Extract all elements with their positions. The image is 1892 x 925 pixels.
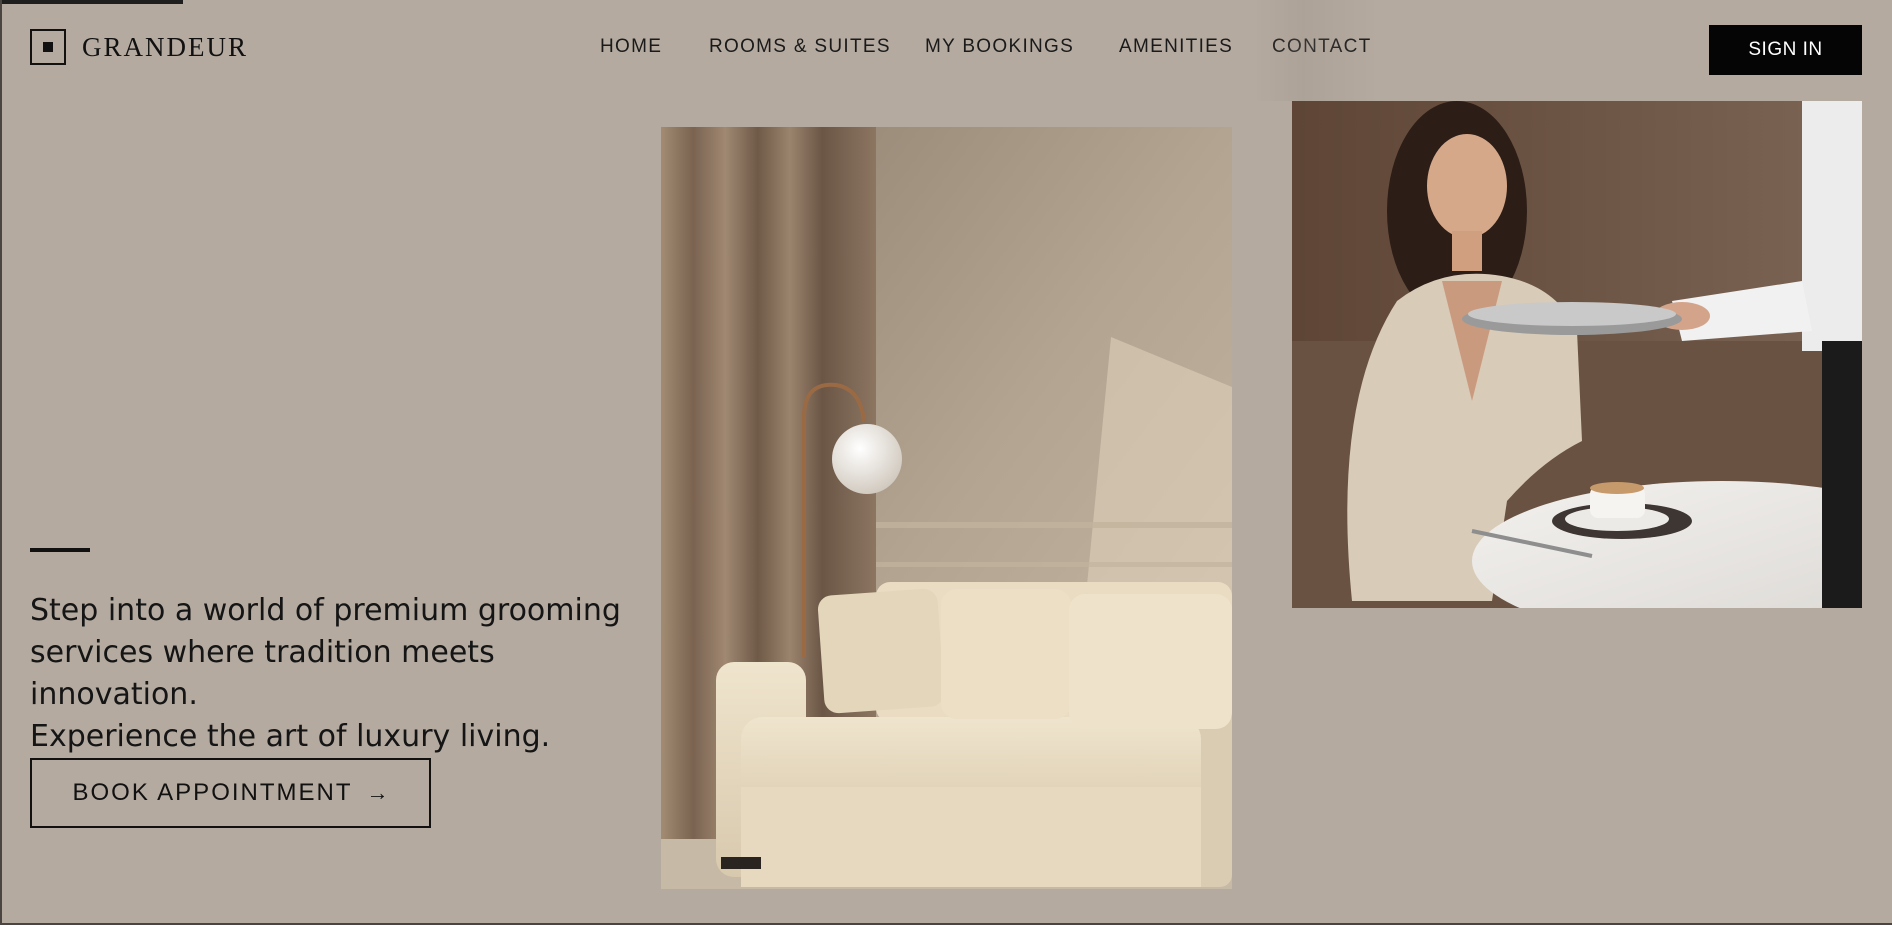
nav-contact[interactable]: CONTACT (1272, 36, 1372, 58)
nav-amenities[interactable]: AMENITIES (1119, 36, 1233, 58)
arrow-right-icon: → (366, 780, 389, 805)
book-appointment-label: BOOK APPOINTMENT (72, 779, 353, 806)
hero-tagline: Step into a world of premium grooming se… (30, 590, 650, 758)
top-loading-bar (0, 0, 183, 4)
book-appointment-button[interactable]: BOOK APPOINTMENT → (30, 758, 431, 828)
tagline-line: Step into a world of premium grooming (30, 593, 621, 628)
accent-rule (30, 548, 90, 552)
nav-rooms-suites[interactable]: ROOMS & SUITES (709, 36, 891, 58)
nav-my-bookings[interactable]: MY BOOKINGS (925, 36, 1074, 58)
tagline-line: services where tradition meets innovatio… (30, 635, 495, 712)
nav-home[interactable]: HOME (600, 36, 662, 58)
tagline-line: Experience the art of luxury living. (30, 719, 551, 754)
brand-logo[interactable]: GRANDEUR (30, 29, 248, 65)
brand-name: GRANDEUR (82, 31, 249, 62)
sign-in-button[interactable]: SIGN IN (1709, 25, 1862, 75)
logo-square-icon (30, 29, 66, 65)
room-photo (661, 127, 1232, 889)
service-photo (1292, 101, 1862, 608)
